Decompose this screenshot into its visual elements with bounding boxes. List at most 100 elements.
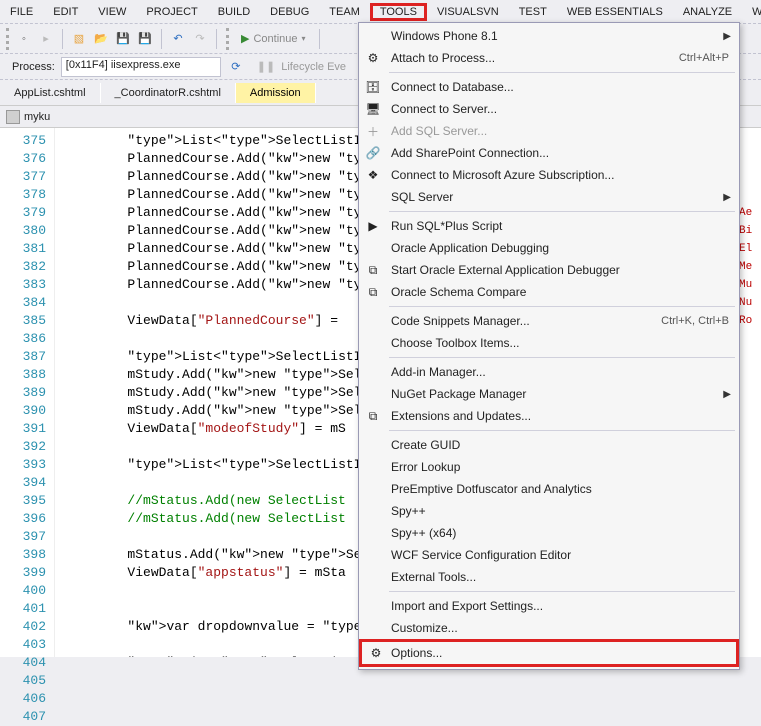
lifecycle-label[interactable]: Lifecycle Eve (281, 61, 346, 73)
menu-file[interactable]: FILE (0, 3, 43, 21)
menu-item-label: Add SharePoint Connection... (391, 146, 549, 160)
menu-item-icon: ⧉ (365, 262, 381, 278)
menu-item[interactable]: 🖥 Connect to Server... (359, 98, 739, 120)
menu-debug[interactable]: DEBUG (260, 3, 319, 21)
menu-item-label: Spy++ (391, 504, 426, 518)
separator (161, 29, 162, 49)
menu-item[interactable]: PreEmptive Dotfuscator and Analytics (359, 478, 739, 500)
menu-item-label: SQL Server (391, 190, 453, 204)
menu-item-icon: ▶ (365, 218, 381, 234)
menu-edit[interactable]: EDIT (43, 3, 88, 21)
menu-item-label: Choose Toolbox Items... (391, 336, 520, 350)
tab[interactable]: AppList.cshtml (0, 83, 101, 103)
menu-item[interactable]: WCF Service Configuration Editor (359, 544, 739, 566)
process-select[interactable]: [0x11F4] iisexpress.exe (61, 57, 221, 77)
menu-item-icon: 🗄 (365, 79, 381, 95)
tab[interactable]: Admission (236, 83, 316, 103)
menu-item[interactable]: Error Lookup (359, 456, 739, 478)
menu-item[interactable]: External Tools... (359, 566, 739, 588)
menu-item-label: WCF Service Configuration Editor (391, 548, 571, 562)
menu-item[interactable]: Windows Phone 8.1 ▶ (359, 25, 739, 47)
save-icon[interactable]: 💾 (114, 30, 132, 48)
menu-item-label: Extensions and Updates... (391, 409, 531, 423)
menu-item-label: Create GUID (391, 438, 460, 452)
menu-item[interactable]: Add-in Manager... (359, 361, 739, 383)
menu-item: ＋ Add SQL Server... (359, 120, 739, 142)
menu-item-label: Connect to Database... (391, 80, 514, 94)
menu-separator (389, 72, 735, 73)
continue-button[interactable]: ▶ Continue ▾ (235, 30, 312, 47)
menu-item[interactable]: Oracle Application Debugging (359, 237, 739, 259)
menu-tools[interactable]: TOOLS (370, 3, 427, 21)
menu-item[interactable]: Spy++ (x64) (359, 522, 739, 544)
open-file-icon[interactable]: 📂 (92, 30, 110, 48)
refresh-icon[interactable]: ⟳ (227, 58, 245, 76)
menu-item[interactable]: ⚙Attach to Process...Ctrl+Alt+P (359, 47, 739, 69)
menu-test[interactable]: TEST (509, 3, 557, 21)
menu-project[interactable]: PROJECT (136, 3, 207, 21)
menu-item-label: Add SQL Server... (391, 124, 487, 138)
line-gutter: 375 376 377 378 379 380 381 382 383 384 … (0, 128, 55, 657)
menu-item[interactable]: ⧉Start Oracle External Application Debug… (359, 259, 739, 281)
save-all-icon[interactable]: 💾 (136, 30, 154, 48)
menu-item-label: Windows Phone 8.1 (391, 29, 498, 43)
tab[interactable]: _CoordinatorR.cshtml (101, 83, 236, 103)
menu-item[interactable]: ▶ Run SQL*Plus Script (359, 215, 739, 237)
menu-window[interactable]: WINDOW (742, 3, 761, 21)
menu-item-icon: 🖥 (365, 101, 381, 117)
shortcut: Ctrl+Alt+P (679, 52, 729, 64)
menu-item-label: Customize... (391, 621, 458, 635)
menu-item-icon: ⧉ (365, 408, 381, 424)
menu-view[interactable]: VIEW (88, 3, 136, 21)
menu-item[interactable]: 🗄 Connect to Database... (359, 76, 739, 98)
menu-item-label: Error Lookup (391, 460, 460, 474)
drag-handle-icon (226, 28, 229, 50)
menu-item[interactable]: ❖Connect to Microsoft Azure Subscription… (359, 164, 739, 186)
menu-item-label: Code Snippets Manager... (391, 314, 530, 328)
new-project-icon[interactable]: ▧ (70, 30, 88, 48)
menu-team[interactable]: TEAM (319, 3, 370, 21)
menu-item[interactable]: ⧉Oracle Schema Compare (359, 281, 739, 303)
menu-item[interactable]: SQL Server ▶ (359, 186, 739, 208)
undo-icon[interactable]: ↶ (169, 30, 187, 48)
menu-item[interactable]: Import and Export Settings... (359, 595, 739, 617)
submenu-arrow-icon: ▶ (723, 31, 731, 42)
nav-back-icon[interactable]: ◦ (15, 30, 33, 48)
nav-fwd-icon[interactable]: ▸ (37, 30, 55, 48)
drag-handle-icon (6, 28, 9, 50)
menu-item[interactable]: ⧉ Extensions and Updates... (359, 405, 739, 427)
menu-item-label: NuGet Package Manager (391, 387, 526, 401)
separator (216, 29, 217, 49)
menu-item-label: External Tools... (391, 570, 476, 584)
menu-item-icon: ＋ (365, 123, 381, 139)
tools-menu: Windows Phone 8.1 ▶ ⚙Attach to Process...C… (358, 22, 740, 670)
submenu-arrow-icon: ▶ (723, 192, 731, 203)
menu-separator (389, 306, 735, 307)
menu-item-label: Spy++ (x64) (391, 526, 456, 540)
document-icon (6, 110, 20, 124)
menu-item-label: Run SQL*Plus Script (391, 219, 502, 233)
menu-item-icon: ⚙ (365, 50, 381, 66)
continue-label: Continue (253, 33, 297, 45)
menu-analyze[interactable]: ANALYZE (673, 3, 742, 21)
menu-web essentials[interactable]: WEB ESSENTIALS (557, 3, 673, 21)
menu-item-label: Connect to Server... (391, 102, 497, 116)
menu-item[interactable]: Create GUID (359, 434, 739, 456)
menu-item[interactable]: Choose Toolbox Items... (359, 332, 739, 354)
menu-item[interactable]: Spy++ (359, 500, 739, 522)
menu-separator (389, 591, 735, 592)
menu-item[interactable]: NuGet Package Manager▶ (359, 383, 739, 405)
menu-item[interactable]: ⚙Options... (359, 639, 739, 667)
menu-item-label: PreEmptive Dotfuscator and Analytics (391, 482, 592, 496)
menu-separator (389, 430, 735, 431)
menu-item[interactable]: Code Snippets Manager...Ctrl+K, Ctrl+B (359, 310, 739, 332)
menu-item[interactable]: Customize... (359, 617, 739, 639)
doc-path[interactable]: myku (24, 111, 50, 123)
menu-build[interactable]: BUILD (208, 3, 260, 21)
menu-item-label: Oracle Application Debugging (391, 241, 549, 255)
redo-icon[interactable]: ↷ (191, 30, 209, 48)
menu-visualsvn[interactable]: VISUALSVN (427, 3, 509, 21)
menu-item-label: Add-in Manager... (391, 365, 486, 379)
pause-icon[interactable]: ❚❚ (257, 60, 275, 73)
menu-item[interactable]: 🔗Add SharePoint Connection... (359, 142, 739, 164)
